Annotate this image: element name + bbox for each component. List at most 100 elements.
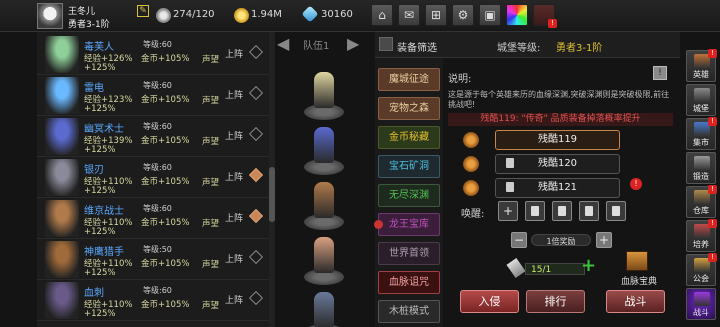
gold-value: 1.94M [251,9,282,20]
settings-button[interactable]: ⚙ [452,4,474,26]
filter-menu-icon[interactable] [379,37,393,51]
sidebar-alert-badge: ! [708,49,717,58]
mode-button[interactable]: 世界首领 [378,242,440,265]
deploy-toggle-icon[interactable] [248,208,264,224]
hero-level: 等级:60 [143,40,172,49]
gem-icon [301,5,319,23]
awaken-locked-slot[interactable] [525,201,545,221]
awaken-locked-slot[interactable] [552,201,572,221]
awaken-locked-slot[interactable] [606,201,626,221]
hero-deploy[interactable]: 上阵 [225,211,243,224]
hero-stat2: 金币+105% [141,177,190,187]
add-ticket-button[interactable]: + [581,257,597,275]
bloodline-book-icon[interactable] [626,251,648,271]
edit-name-icon[interactable]: ✎ [137,5,149,17]
hero-deploy[interactable]: 上阵 [225,129,243,142]
difficulty-button[interactable]: 残酷120 [495,154,620,174]
gift-button[interactable]: ▣ [479,4,501,26]
deploy-toggle-icon[interactable] [248,44,264,60]
hero-rep: 声望 [202,301,220,311]
mode-button[interactable]: 金币秘藏 [378,126,440,149]
hero-row[interactable]: 银刃 等级:60 经验+110% 金币+105% +125% 声望 上阵 [37,157,269,198]
hero-row[interactable]: 雷电 等级:60 经验+123% 金币+105% +125% 声望 上阵 [37,75,269,116]
hero-row[interactable]: 神鹰猎手 等级:50 经验+110% 金币+105% +125% 声望 上阵 [37,239,269,280]
team-slot[interactable] [302,235,346,285]
fight-button[interactable]: 战斗 [606,290,665,313]
sidebar-item[interactable]: 集市! [686,117,717,150]
team-slot[interactable] [302,180,346,230]
sidebar-item[interactable]: 城堡 [686,84,716,116]
sidebar-item[interactable]: 锻造 [686,152,716,184]
ticket-count: 15/1 [531,265,552,275]
hero-stat2: 金币+105% [141,136,190,146]
hero-deploy[interactable]: 上阵 [225,170,243,183]
deploy-toggle-icon[interactable] [248,167,264,183]
hero-name: 雷电 [84,83,104,94]
hero-name: 血刺 [84,288,104,299]
sidebar-item[interactable]: 战斗 [686,288,716,320]
deploy-toggle-icon[interactable] [248,249,264,265]
hero-row[interactable]: 幽冥术士 等级:60 经验+139% 金币+105% +125% 声望 上阵 [37,116,269,157]
hero-deploy[interactable]: 上阵 [225,252,243,265]
description-text: 这是源于每个英雄来历的血缘深渊,突破深渊则是突破极限,前往挑战吧! [448,90,670,109]
hero-stat2: 金币+105% [141,218,190,228]
difficulty-button[interactable]: 残酷121 [495,178,620,198]
team-slot[interactable] [302,290,346,327]
hero-name: 幽冥术士 [84,124,124,135]
shop-button[interactable]: ⌂ [371,4,393,26]
mode-button[interactable]: 无尽深渊 [378,184,440,207]
hero-stat2: 金币+105% [141,54,190,64]
hero-row[interactable]: 毒芙人 等级:60 经验+126% 金币+105% +125% 声望 上阵 [37,34,269,75]
deploy-toggle-icon[interactable] [248,126,264,142]
player-avatar[interactable] [37,3,63,29]
gold-coin-icon [234,8,249,23]
hero-deploy[interactable]: 上阵 [225,293,243,306]
deploy-toggle-icon[interactable] [248,85,264,101]
mode-button[interactable]: 血脉诅咒 [378,271,440,294]
ranking-button[interactable]: 排行 [526,290,585,313]
sidebar-item[interactable]: 英雄! [686,49,717,82]
demon-face-icon [463,132,479,148]
color-wheel-button[interactable] [506,4,528,26]
hero-level: 等级:60 [143,81,172,90]
hero-list[interactable]: 毒芙人 等级:60 经验+126% 金币+105% +125% 声望 上阵 雷电 等级:60 经验… [37,32,269,327]
difficulty-row[interactable]: 残酷120 [463,154,673,174]
difficulty-button[interactable]: 残酷119 [495,130,620,150]
hero-name: 毒芙人 [84,42,114,53]
invade-button[interactable]: 入侵 [460,290,519,313]
sidebar-item[interactable]: 仓库! [686,185,717,218]
mail-button[interactable]: ✉ [398,4,420,26]
mode-button[interactable]: 宠物之森 [378,97,440,120]
hero-stat2: 金币+105% [141,259,190,269]
hero-deploy[interactable]: 上阵 [225,88,243,101]
awaken-add-slot[interactable]: + [498,201,518,221]
player-rank: 勇者3-1阶 [68,20,110,30]
hero-deploy[interactable]: 上阵 [225,47,243,60]
difficulty-row[interactable]: 残酷119 [463,130,673,150]
team-next-arrow-icon[interactable]: ▶ [347,34,365,54]
sidebar-item[interactable]: 培养! [686,219,717,252]
mode-button[interactable]: 龙王宝库 [378,213,440,236]
castle-level-value: 勇者3-1阶 [556,43,603,54]
team-slot[interactable] [302,125,346,175]
sword-ticket-icon [506,258,526,278]
mode-button[interactable]: 木桩模式 [378,300,440,323]
mode-button[interactable]: 宝石矿洞 [378,155,440,178]
awaken-locked-slot[interactable] [579,201,599,221]
hero-portrait [45,282,79,319]
team-slot[interactable] [302,70,346,120]
mode-button[interactable]: 魔城征途 [378,68,440,91]
multiplier-plus-button[interactable]: + [596,232,612,248]
deploy-toggle-icon[interactable] [248,290,264,306]
sidebar-item[interactable]: 公会! [686,253,717,286]
hero-portrait [45,241,79,278]
sidebar-label: 英雄 [693,70,709,79]
hero-row[interactable]: 维京战士 等级:60 经验+110% 金币+105% +125% 声望 上阵 [37,198,269,239]
filter-label[interactable]: 装备筛选 [397,39,437,54]
multiplier-minus-button[interactable]: − [511,232,527,248]
hero-row[interactable]: 血刺 等级:60 经验+110% 金币+105% +125% 声望 上阵 [37,280,269,321]
info-toggle-icon[interactable]: ! [653,66,667,80]
gamepad-button[interactable]: ⊞ [425,4,447,26]
team-prev-arrow-icon[interactable]: ◀ [277,34,295,54]
alert-button[interactable]: ! [533,4,557,28]
